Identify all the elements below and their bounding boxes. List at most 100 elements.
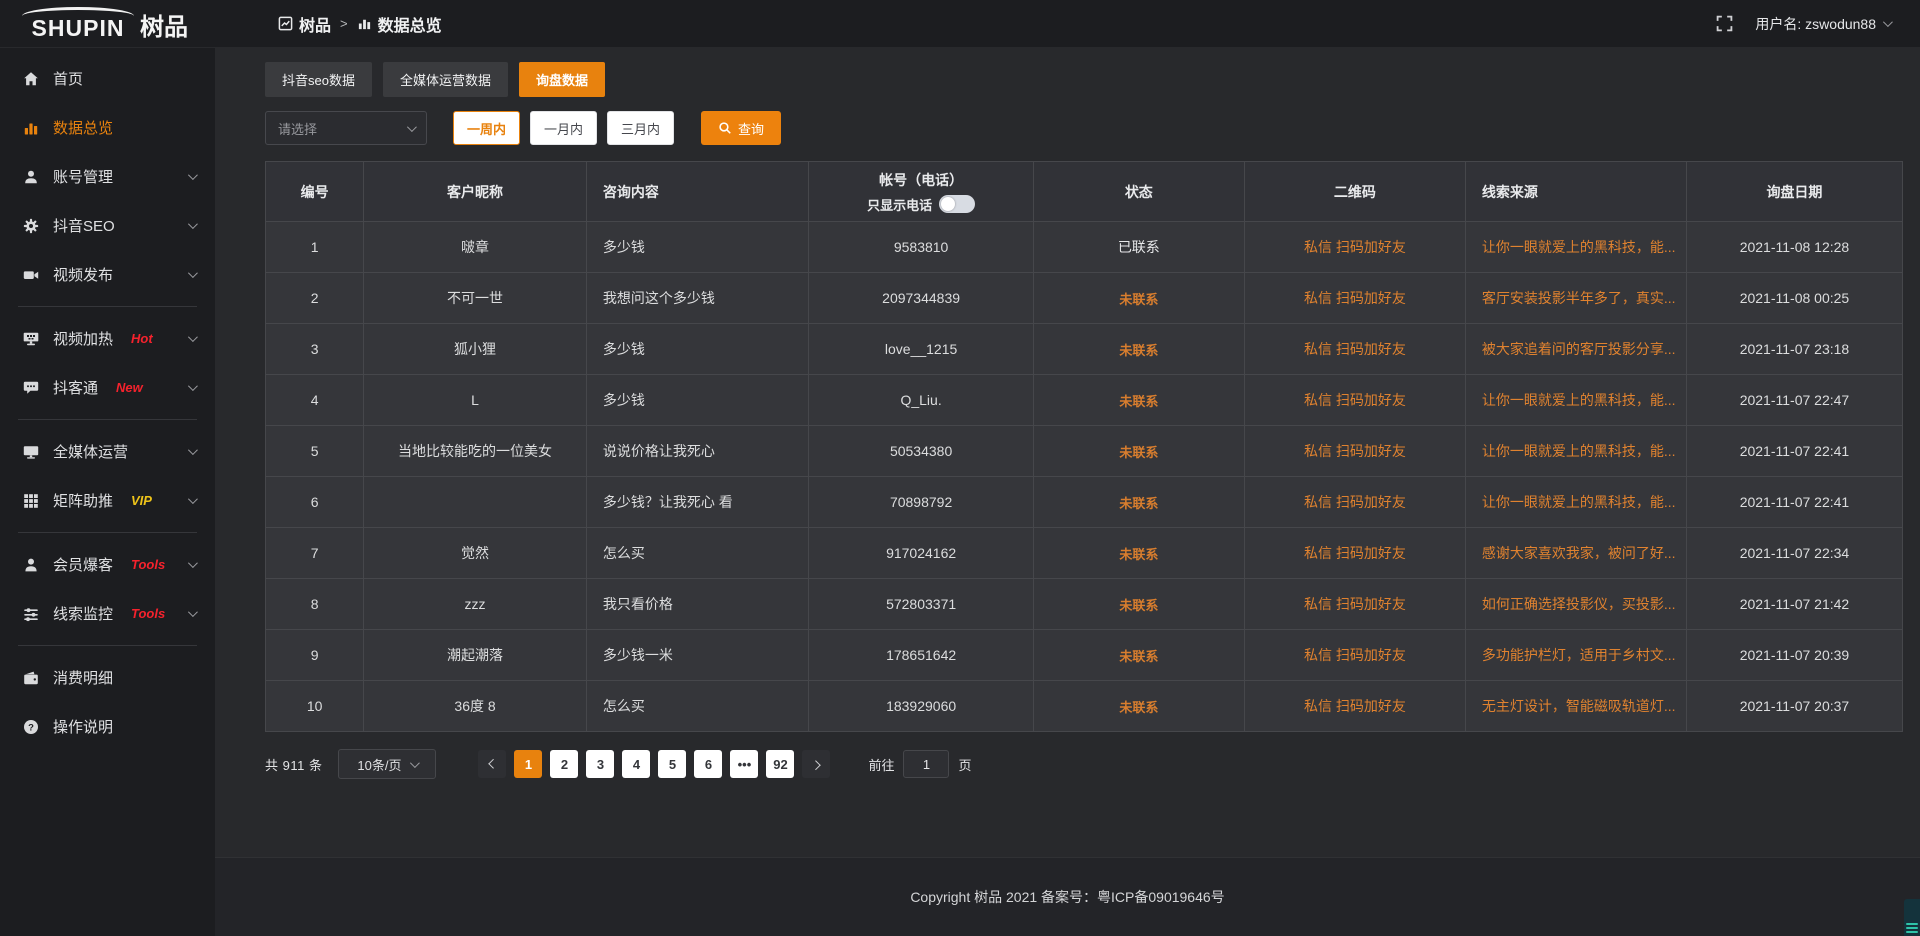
status-text: 未联系 [1119,547,1158,562]
col-id: 编号 [266,162,364,222]
hot-badge: Hot [131,331,153,346]
sidebar-item-matrix-boost[interactable]: 矩阵助推 VIP [0,476,215,525]
page-button-4[interactable]: 4 [622,750,650,778]
footer: Copyright 树品 2021 备案号：粤ICP备09019646号 [215,857,1920,936]
col-qrcode: 二维码 [1244,162,1465,222]
next-page-button[interactable] [802,750,830,778]
page-ellipsis-button[interactable]: ••• [730,750,758,778]
page-button-6[interactable]: 6 [694,750,722,778]
sliders-icon [22,606,39,622]
source-link[interactable]: 多功能护栏灯，适用于乡村文... [1465,630,1686,681]
chevron-down-icon [188,607,198,617]
page-button-3[interactable]: 3 [586,750,614,778]
video-icon [22,267,39,283]
sidebar: 首页 数据总览 账号管理 抖音SEO 视频发布 视频加热 Hot 抖客通 New… [0,48,215,936]
chevron-down-icon [188,268,198,278]
vip-badge: VIP [131,493,152,508]
qrcode-link[interactable]: 私信 扫码加好友 [1304,698,1406,714]
table-row: 2 不可一世 我想问这个多少钱 2097344839 未联系 私信 扫码加好友 … [266,273,1903,324]
col-consult: 咨询内容 [586,162,809,222]
sidebar-item-account[interactable]: 账号管理 [0,152,215,201]
table-row: 8 zzz 我只看价格 572803371 未联系 私信 扫码加好友 如何正确选… [266,579,1903,630]
monitor-icon [22,444,39,460]
sidebar-item-help[interactable]: ? 操作说明 [0,702,215,751]
sidebar-item-home[interactable]: 首页 [0,54,215,103]
account-select[interactable]: 请选择 [265,111,427,145]
source-link[interactable]: 客厅安装投影半年多了，真实... [1465,273,1686,324]
page-size-select[interactable]: 10条/页 [338,749,436,779]
sidebar-divider [18,532,197,533]
tab-omni-media-data[interactable]: 全媒体运营数据 [383,62,508,97]
qrcode-link[interactable]: 私信 扫码加好友 [1304,239,1406,255]
grid-icon [22,493,39,509]
range-week-button[interactable]: 一周内 [453,111,520,145]
source-link[interactable]: 感谢大家喜欢我家，被问了好... [1465,528,1686,579]
sidebar-divider [18,306,197,307]
chevron-down-icon [188,558,198,568]
chevron-down-icon [188,381,198,391]
sidebar-item-lead-monitor[interactable]: 线索监控 Tools [0,589,215,638]
col-account: 帐号（电话） 只显示电话 [809,162,1033,222]
sidebar-item-doukettong[interactable]: 抖客通 New [0,363,215,412]
gear-icon [22,218,39,234]
table-header-row: 编号 客户昵称 咨询内容 帐号（电话） 只显示电话 [266,162,1903,222]
qrcode-link[interactable]: 私信 扫码加好友 [1304,596,1406,612]
sidebar-item-douyin-seo[interactable]: 抖音SEO [0,201,215,250]
phone-only-toggle[interactable] [939,195,975,213]
chevron-down-icon [188,494,198,504]
user-menu[interactable]: 用户名: zswodun88 [1755,14,1890,34]
source-link[interactable]: 如何正确选择投影仪，买投影... [1465,579,1686,630]
col-source: 线索来源 [1465,162,1686,222]
tab-inquiry-data[interactable]: 询盘数据 [519,62,605,97]
col-date: 询盘日期 [1686,162,1902,222]
qrcode-link[interactable]: 私信 扫码加好友 [1304,341,1406,357]
breadcrumb-item-current[interactable]: 数据总览 [357,12,442,36]
qrcode-link[interactable]: 私信 扫码加好友 [1304,545,1406,561]
range-quarter-button[interactable]: 三月内 [607,111,674,145]
query-button[interactable]: 查询 [701,111,781,145]
status-text: 已联系 [1118,239,1160,255]
page-button-5[interactable]: 5 [658,750,686,778]
chevron-down-icon [188,332,198,342]
fullscreen-icon[interactable] [1716,15,1733,32]
qrcode-link[interactable]: 私信 扫码加好友 [1304,290,1406,306]
chat-widget[interactable] [1904,899,1920,936]
sidebar-item-omni-media[interactable]: 全媒体运营 [0,427,215,476]
sidebar-item-spend-detail[interactable]: 消费明细 [0,653,215,702]
breadcrumb-item-home[interactable]: 树品 [278,12,331,36]
source-link[interactable]: 让你一眼就爱上的黑科技，能... [1465,426,1686,477]
qrcode-link[interactable]: 私信 扫码加好友 [1304,443,1406,459]
source-link[interactable]: 无主灯设计，智能磁吸轨道灯... [1465,681,1686,732]
goto-suffix: 页 [958,755,971,774]
trend-chart-icon [278,16,293,31]
prev-page-button[interactable] [478,750,506,778]
inquiry-table: 编号 客户昵称 咨询内容 帐号（电话） 只显示电话 [265,161,1903,732]
range-month-button[interactable]: 一月内 [530,111,597,145]
qrcode-link[interactable]: 私信 扫码加好友 [1304,494,1406,510]
sidebar-item-member-burst[interactable]: 会员爆客 Tools [0,540,215,589]
sidebar-item-data-overview[interactable]: 数据总览 [0,103,215,152]
status-text: 未联系 [1119,649,1158,664]
page-button-1[interactable]: 1 [514,750,542,778]
qrcode-link[interactable]: 私信 扫码加好友 [1304,392,1406,408]
svg-text:?: ? [28,722,34,733]
wallet-icon [22,670,39,686]
page-button-2[interactable]: 2 [550,750,578,778]
chevron-down-icon [188,219,198,229]
source-link[interactable]: 被大家追着问的客厅投影分享... [1465,324,1686,375]
user-label: 用户名: zswodun88 [1755,14,1876,34]
screen-heat-icon [22,331,39,347]
table-row: 9 潮起潮落 多少钱一米 178651642 未联系 私信 扫码加好友 多功能护… [266,630,1903,681]
topbar: SHUPIN 树品 树品 > 数据总览 用户名: zswodun88 [0,0,1920,48]
source-link[interactable]: 让你一眼就爱上的黑科技，能... [1465,477,1686,528]
main-content: 抖音seo数据 全媒体运营数据 询盘数据 请选择 一周内 一月内 三月内 查询 [215,0,1920,936]
sidebar-item-video-heat[interactable]: 视频加热 Hot [0,314,215,363]
qrcode-link[interactable]: 私信 扫码加好友 [1304,647,1406,663]
tab-douyin-seo-data[interactable]: 抖音seo数据 [265,62,372,97]
chevron-down-icon [1883,17,1893,27]
source-link[interactable]: 让你一眼就爱上的黑科技，能... [1465,222,1686,273]
source-link[interactable]: 让你一眼就爱上的黑科技，能... [1465,375,1686,426]
page-button-92[interactable]: 92 [766,750,794,778]
sidebar-item-video-publish[interactable]: 视频发布 [0,250,215,299]
goto-page-input[interactable] [903,750,949,778]
